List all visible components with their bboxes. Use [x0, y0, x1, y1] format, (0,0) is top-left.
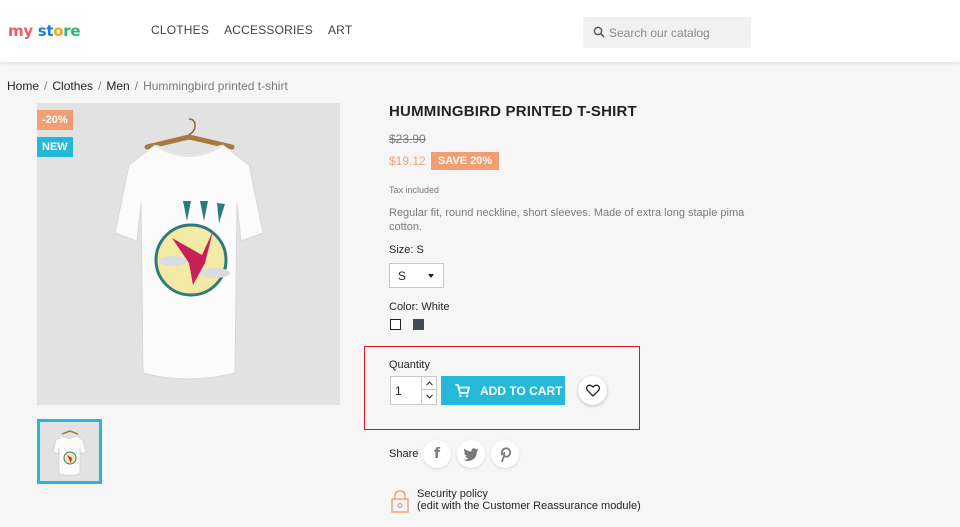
search-input[interactable] [609, 23, 745, 43]
new-flag: NEW [37, 137, 73, 157]
size-label: Size: S [389, 244, 424, 256]
add-to-cart-label: ADD TO CART [480, 383, 563, 398]
breadcrumb-separator: / [98, 79, 102, 93]
nav-clothes[interactable]: CLOTHES [151, 23, 209, 37]
nav-art[interactable]: ART [328, 23, 352, 37]
main-nav: CLOTHES ACCESSORIES ART [151, 23, 352, 37]
quantity-label: Quantity [389, 359, 430, 371]
size-select[interactable]: S [389, 263, 444, 288]
share-label: Share [389, 448, 419, 460]
quantity-decrease-button[interactable] [421, 390, 436, 403]
chevron-down-icon [425, 394, 433, 399]
size-select-value: S [398, 269, 407, 283]
breadcrumb-home[interactable]: Home [7, 79, 39, 93]
product-cover-image[interactable] [37, 103, 340, 405]
quantity-input[interactable] [395, 383, 417, 399]
nav-accessories[interactable]: ACCESSORIES [224, 23, 313, 37]
store-logo[interactable]: my store [8, 22, 81, 40]
color-swatch-grey[interactable] [413, 319, 424, 330]
breadcrumb-current: Hummingbird printed t-shirt [143, 79, 288, 93]
search-box[interactable] [583, 17, 751, 48]
site-header: my store CLOTHES ACCESSORIES ART [0, 0, 960, 62]
color-label: Color: White [389, 301, 450, 313]
twitter-icon[interactable] [457, 440, 485, 468]
chevron-up-icon [425, 380, 433, 386]
breadcrumb-men[interactable]: Men [106, 79, 129, 93]
breadcrumb-clothes[interactable]: Clothes [52, 79, 93, 93]
discount-flag: -20% [37, 110, 73, 130]
chevron-down-icon [428, 274, 434, 278]
security-policy-title: Security policy [417, 488, 488, 500]
twitter-bird-glyph [463, 447, 479, 461]
breadcrumb-separator: / [134, 79, 139, 93]
security-policy-subtitle: (edit with the Customer Reassurance modu… [417, 500, 641, 512]
quantity-increase-button[interactable] [421, 377, 436, 390]
breadcrumb-separator: / [44, 79, 48, 93]
tax-label: Tax included [389, 185, 440, 195]
search-icon [593, 26, 605, 38]
add-to-cart-button[interactable]: ADD TO CART [441, 376, 565, 405]
heart-icon [585, 384, 600, 397]
breadcrumb: Home / Clothes / Men / Hummingbird printed … [7, 79, 288, 93]
product-title: HUMMINGBIRD PRINTED T-SHIRT [389, 103, 637, 120]
product-thumbnail[interactable] [37, 419, 102, 484]
quantity-stepper[interactable] [390, 376, 437, 405]
regular-price: $23.90 [389, 132, 426, 146]
facebook-icon[interactable]: f [423, 440, 451, 468]
security-policy-text: Security policy (edit with the Customer … [417, 488, 641, 512]
save-badge: SAVE 20% [431, 152, 500, 170]
pinterest-icon[interactable] [491, 440, 519, 468]
pinterest-glyph [500, 446, 511, 462]
product-description: Regular fit, round neckline, short sleev… [389, 207, 745, 233]
wishlist-button[interactable] [578, 376, 607, 405]
shopping-cart-icon [455, 383, 470, 397]
thumbnail-tshirt-illustration [52, 430, 87, 476]
current-price: $19.12 [389, 154, 426, 168]
lock-icon [391, 490, 409, 513]
color-swatch-white[interactable] [390, 319, 401, 330]
tshirt-illustration [114, 118, 264, 380]
